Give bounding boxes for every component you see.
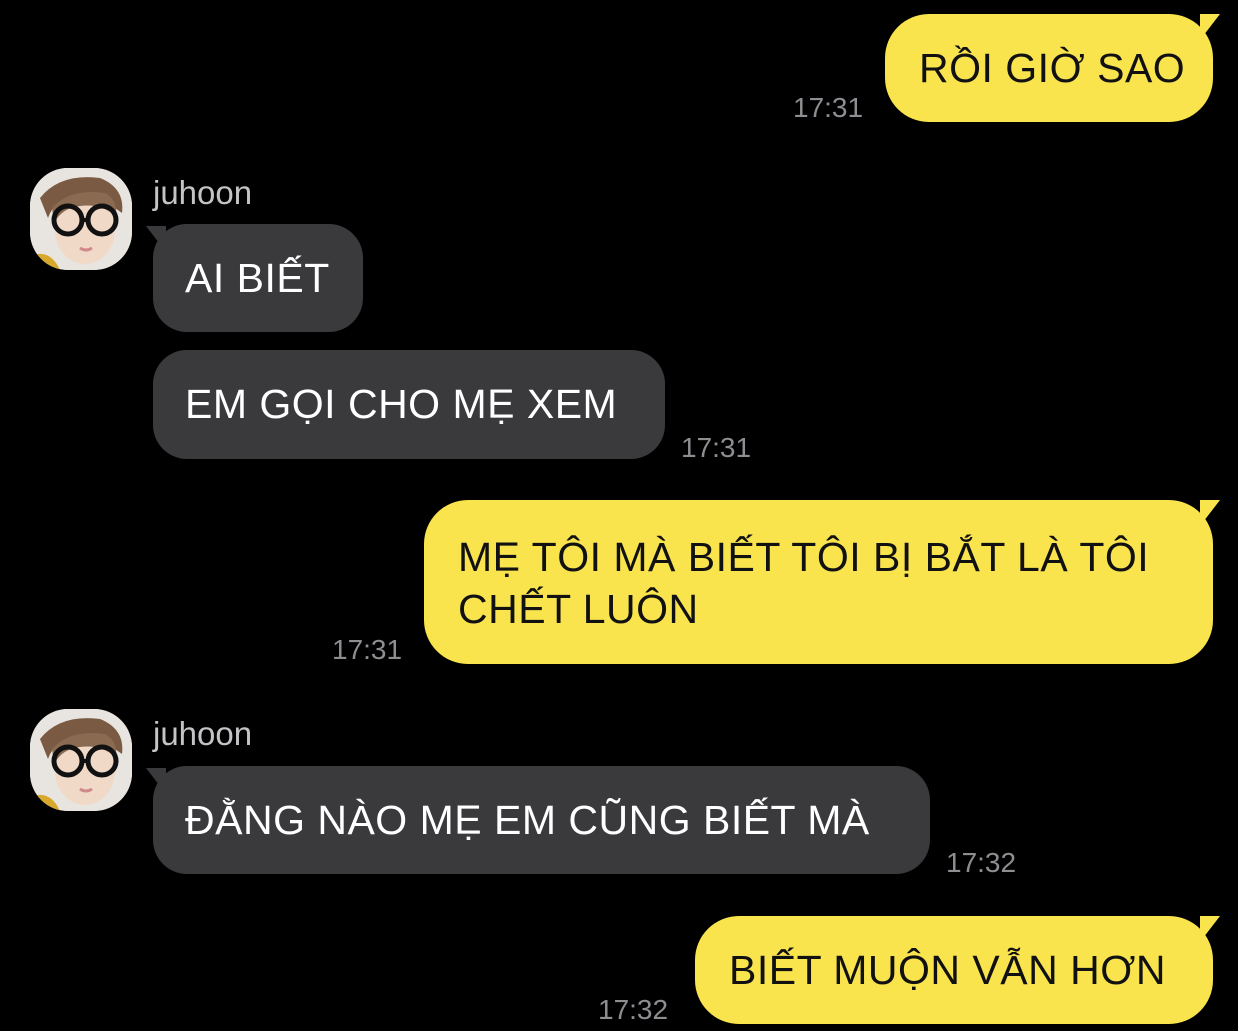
message-bubble-outgoing[interactable]: RỒI GIỜ SAO [885,14,1213,122]
message-text: BIẾT MUỘN VẪN HƠN [729,947,1166,993]
message-timestamp: 17:32 [946,847,1017,878]
profile-photo-avatar-icon [30,709,132,811]
chat-thread[interactable]: RỒI GIỜ SAO 17:31 juhoon AI BIẾT EM GỌI … [0,0,1238,1031]
message-text-line: CHẾT LUÔN [458,586,699,632]
message-bubble-incoming[interactable]: ĐẰNG NÀO MẸ EM CŨNG BIẾT MÀ [153,766,930,874]
message-timestamp: 17:31 [793,92,864,123]
message-text: EM GỌI CHO MẸ XEM [185,381,618,427]
message-text: AI BIẾT [185,255,330,301]
message-text-line: MẸ TÔI MÀ BIẾT TÔI BỊ BẮT LÀ TÔI [458,534,1150,580]
message-timestamp: 17:31 [332,634,403,665]
avatar[interactable] [30,709,132,811]
avatar[interactable] [30,168,132,270]
message-timestamp: 17:32 [598,994,669,1025]
message-bubble-outgoing[interactable]: MẸ TÔI MÀ BIẾT TÔI BỊ BẮT LÀ TÔI CHẾT LU… [424,500,1213,664]
message-bubble-incoming[interactable]: AI BIẾT [153,224,363,332]
message-bubble-incoming[interactable]: EM GỌI CHO MẸ XEM [153,350,665,459]
message-timestamp: 17:31 [681,432,752,463]
sender-name: juhoon [153,174,253,211]
message-bubble-outgoing[interactable]: BIẾT MUỘN VẪN HƠN [695,916,1213,1024]
profile-photo-avatar-icon [30,168,132,270]
message-text: ĐẰNG NÀO MẸ EM CŨNG BIẾT MÀ [185,797,870,843]
sender-name: juhoon [153,715,253,752]
message-text: RỒI GIỜ SAO [919,45,1186,91]
